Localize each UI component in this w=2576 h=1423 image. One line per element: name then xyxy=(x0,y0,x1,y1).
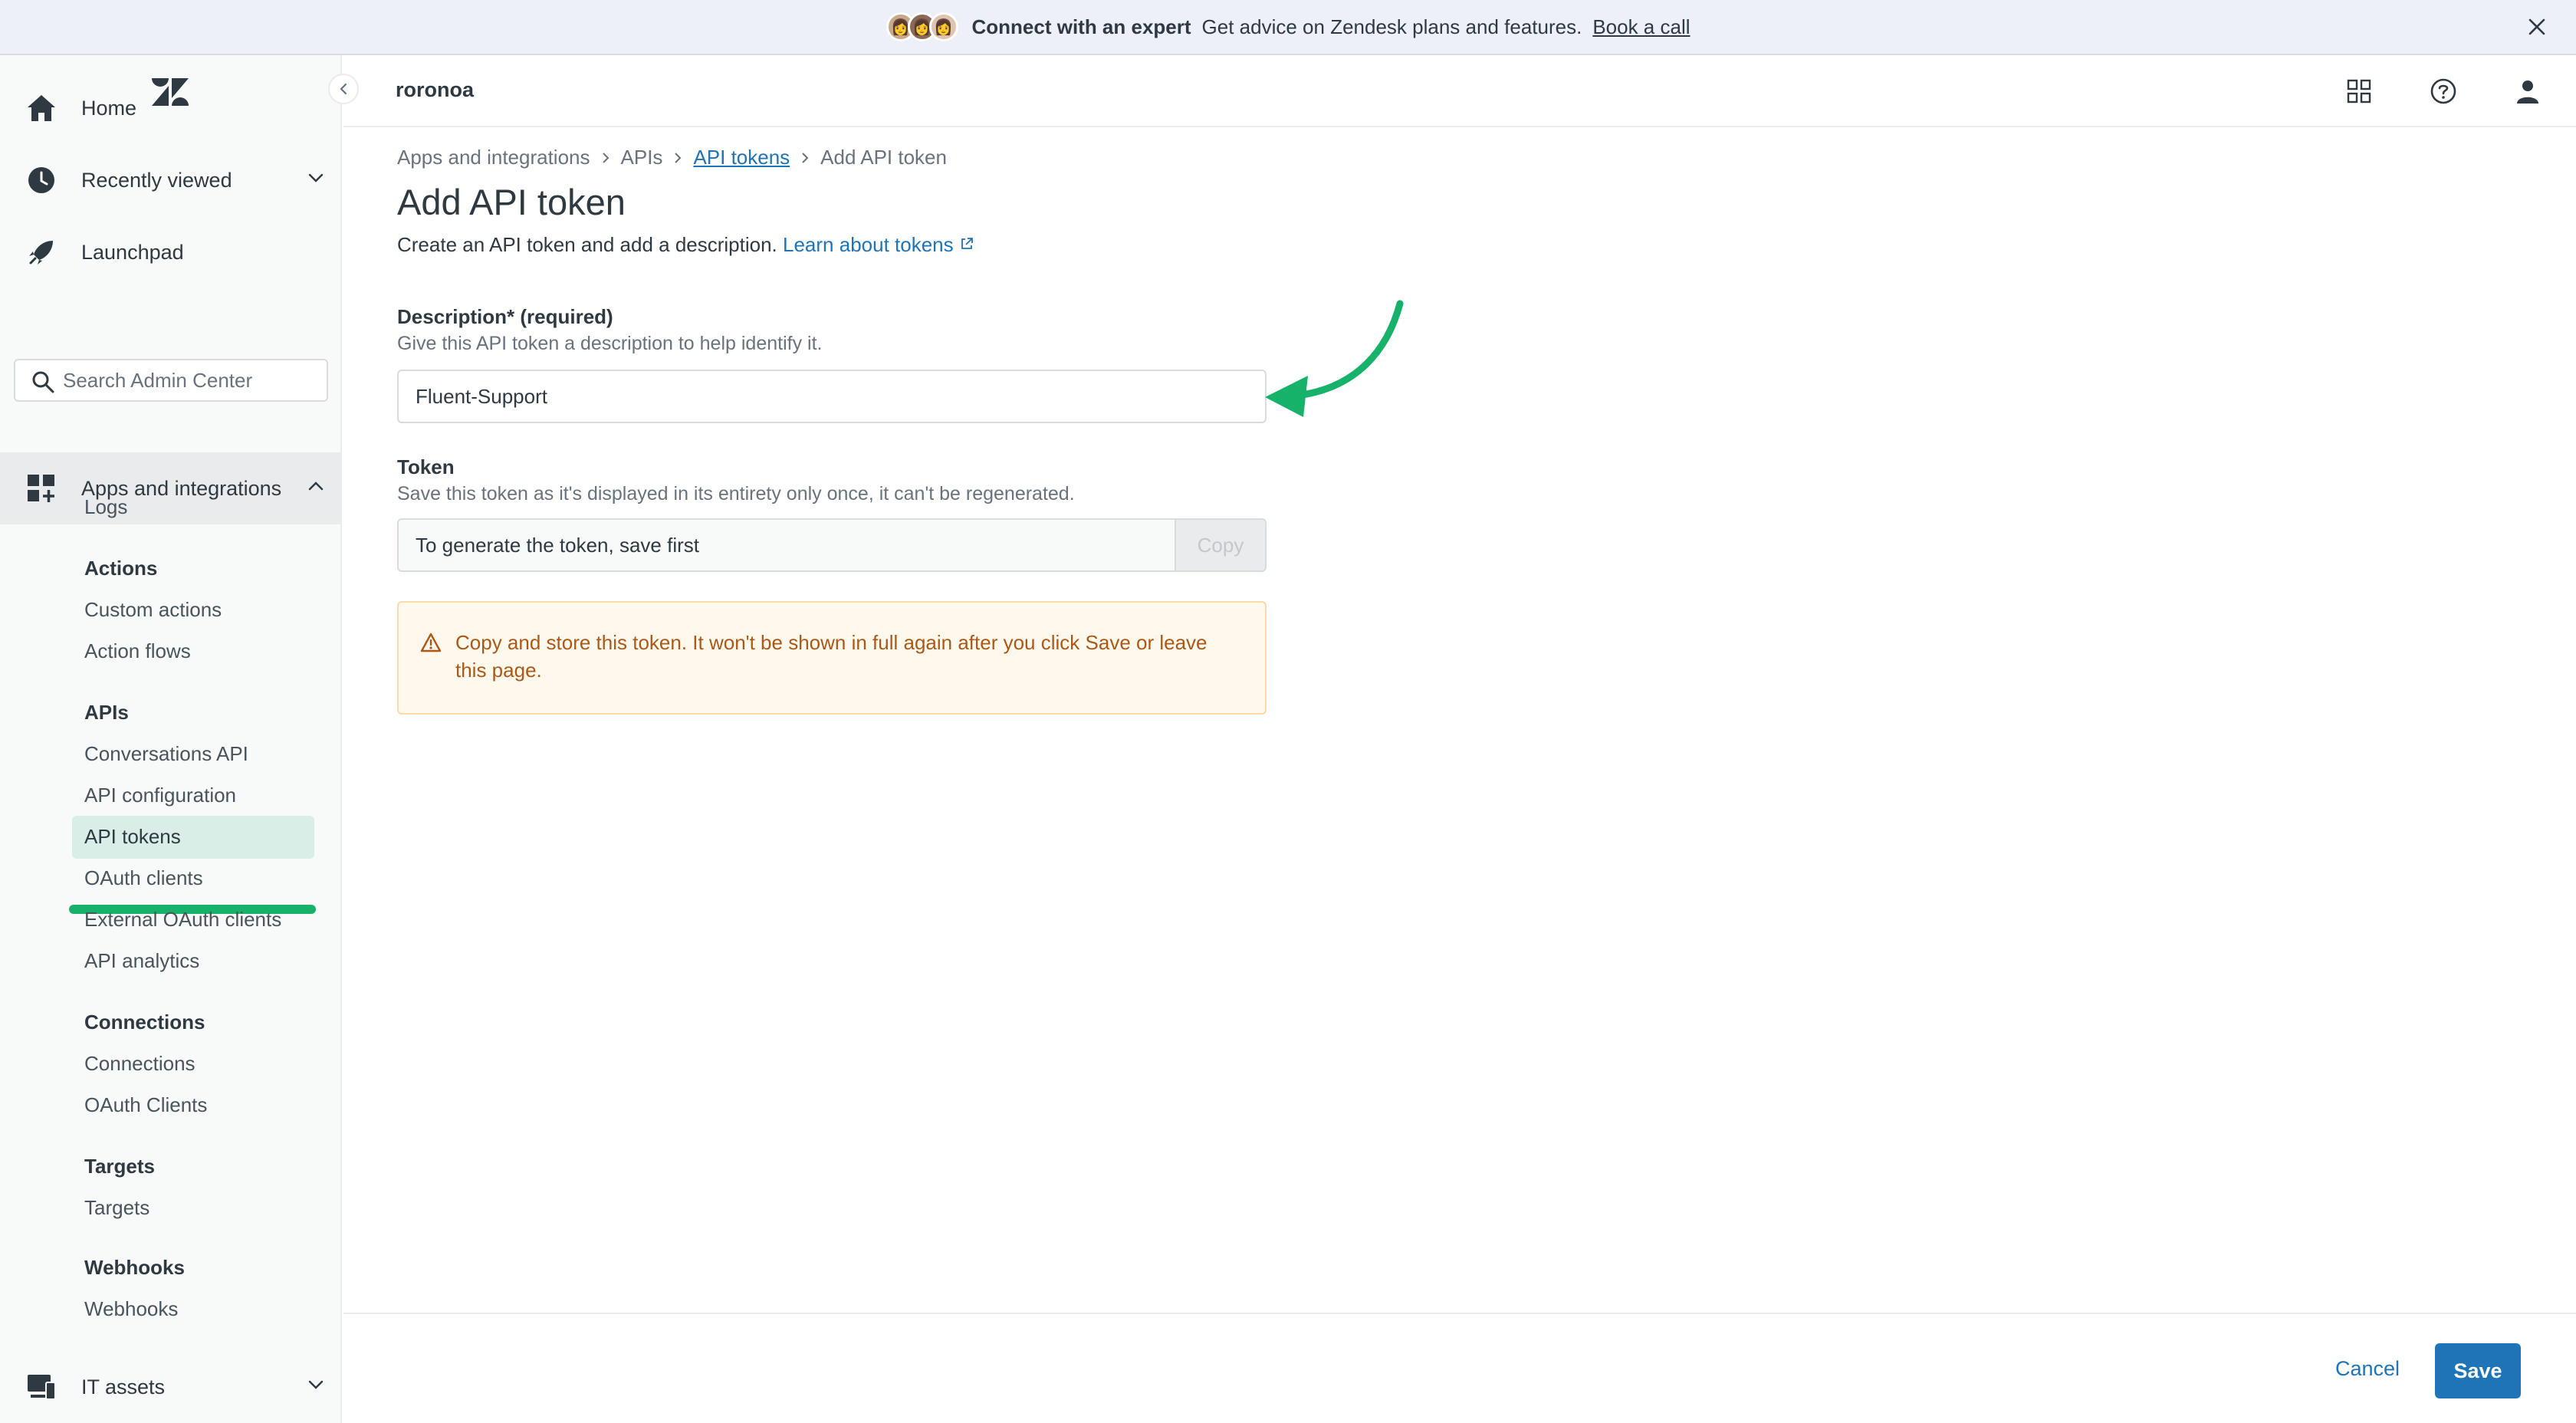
save-button[interactable]: Save xyxy=(2435,1343,2521,1398)
lead-text: Create an API token and add a descriptio… xyxy=(397,233,777,256)
banner-heading: Connect with an expert xyxy=(971,15,1191,38)
search-icon xyxy=(31,370,55,399)
warning-alert: Copy and store this token. It won't be s… xyxy=(397,601,1267,715)
book-call-link[interactable]: Book a call xyxy=(1592,15,1690,39)
footer-bar: Cancel Save xyxy=(343,1313,2576,1423)
token-field-wrapper: Copy xyxy=(397,518,1267,572)
sidebar-section-actions: Actions xyxy=(84,557,158,580)
apps-icon xyxy=(25,472,58,505)
sidebar-item-apps-integrations[interactable]: Apps and integrations xyxy=(0,452,342,524)
sidebar-item-it-assets[interactable]: IT assets xyxy=(0,1351,342,1423)
devices-icon xyxy=(25,1370,58,1404)
sidebar-item-label: Recently viewed xyxy=(81,168,232,192)
breadcrumb: Apps and integrations APIs API tokens Ad… xyxy=(397,146,947,169)
cancel-button[interactable]: Cancel xyxy=(2335,1357,2400,1381)
chevron-down-icon xyxy=(307,1375,325,1399)
annotation-arrow xyxy=(1257,296,1418,430)
breadcrumb-item[interactable]: Apps and integrations xyxy=(397,146,590,169)
chevron-right-icon xyxy=(799,152,811,164)
sidebar-sub-oauth-clients-2[interactable]: OAuth Clients xyxy=(84,1093,207,1117)
description-field-wrapper xyxy=(397,370,1267,423)
banner-text: Get advice on Zendesk plans and features… xyxy=(1201,15,1582,38)
collapse-sidebar-button[interactable] xyxy=(328,74,359,104)
home-icon xyxy=(25,91,58,125)
sidebar-sub-api-analytics[interactable]: API analytics xyxy=(84,949,199,973)
account-name: roronoa xyxy=(396,78,475,101)
sidebar-section-webhooks: Webhooks xyxy=(84,1256,185,1279)
sidebar: Home Recently viewed Launchpad Apps and … xyxy=(0,55,342,1423)
close-icon[interactable] xyxy=(2524,14,2550,40)
sidebar-item-home[interactable]: Home xyxy=(0,72,342,144)
promo-banner: 👩 👩 👩 Connect with an expert Get advice … xyxy=(0,0,2576,55)
warning-text: Copy and store this token. It won't be s… xyxy=(455,631,1208,682)
copy-button[interactable]: Copy xyxy=(1175,520,1265,570)
sidebar-sub-external-oauth-clients[interactable]: External OAuth clients xyxy=(84,908,281,932)
search-box xyxy=(14,359,328,402)
chevron-right-icon xyxy=(600,152,612,164)
sidebar-sub-api-configuration[interactable]: API configuration xyxy=(84,784,236,807)
token-label: Token xyxy=(397,455,455,478)
sidebar-sub-custom-actions[interactable]: Custom actions xyxy=(84,598,222,622)
breadcrumb-item[interactable]: APIs xyxy=(621,146,663,169)
chevron-down-icon xyxy=(307,169,325,192)
sidebar-item-label: IT assets xyxy=(81,1375,166,1398)
sidebar-sub-logs[interactable]: Logs xyxy=(84,495,127,519)
sidebar-sub-conversations-api[interactable]: Conversations API xyxy=(84,742,248,766)
description-hint: Give this API token a description to hel… xyxy=(397,333,823,354)
products-grid-icon[interactable] xyxy=(2341,74,2377,109)
clock-icon xyxy=(25,163,58,197)
sidebar-sub-connections[interactable]: Connections xyxy=(84,1052,196,1076)
learn-link-label: Learn about tokens xyxy=(783,233,954,256)
sidebar-item-label: Launchpad xyxy=(81,240,184,264)
sidebar-sub-targets[interactable]: Targets xyxy=(84,1196,150,1220)
chevron-right-icon xyxy=(672,152,684,164)
sidebar-item-recently-viewed[interactable]: Recently viewed xyxy=(0,144,342,216)
expert-avatars: 👩 👩 👩 xyxy=(886,12,958,41)
sidebar-sub-oauth-clients[interactable]: OAuth clients xyxy=(84,866,203,890)
search-input[interactable] xyxy=(63,368,308,393)
rocket-icon xyxy=(25,235,58,269)
page-description: Create an API token and add a descriptio… xyxy=(397,233,974,257)
description-input[interactable] xyxy=(416,384,1182,409)
chevron-up-icon xyxy=(307,477,325,501)
token-input[interactable] xyxy=(399,533,1165,557)
sidebar-item-label: Home xyxy=(81,96,137,120)
sidebar-item-launchpad[interactable]: Launchpad xyxy=(0,216,342,288)
user-profile-icon[interactable] xyxy=(2510,74,2545,109)
sidebar-sub-webhooks[interactable]: Webhooks xyxy=(84,1297,178,1321)
sidebar-sub-api-tokens[interactable]: API tokens xyxy=(84,825,181,849)
avatar: 👩 xyxy=(928,12,958,41)
breadcrumb-item-api-tokens[interactable]: API tokens xyxy=(693,146,790,169)
page-title: Add API token xyxy=(397,182,626,222)
description-label: Description* (required) xyxy=(397,305,613,328)
warning-icon xyxy=(420,632,442,659)
top-bar: roronoa xyxy=(343,55,2576,127)
token-hint: Save this token as it's displayed in its… xyxy=(397,483,1075,504)
sidebar-section-apis: APIs xyxy=(84,701,129,724)
learn-about-tokens-link[interactable]: Learn about tokens xyxy=(783,233,974,256)
sidebar-sub-action-flows[interactable]: Action flows xyxy=(84,639,191,663)
sidebar-section-targets: Targets xyxy=(84,1155,155,1178)
breadcrumb-current: Add API token xyxy=(820,146,947,169)
help-icon[interactable] xyxy=(2426,74,2461,109)
sidebar-section-connections: Connections xyxy=(84,1011,205,1034)
external-link-icon xyxy=(959,233,974,256)
